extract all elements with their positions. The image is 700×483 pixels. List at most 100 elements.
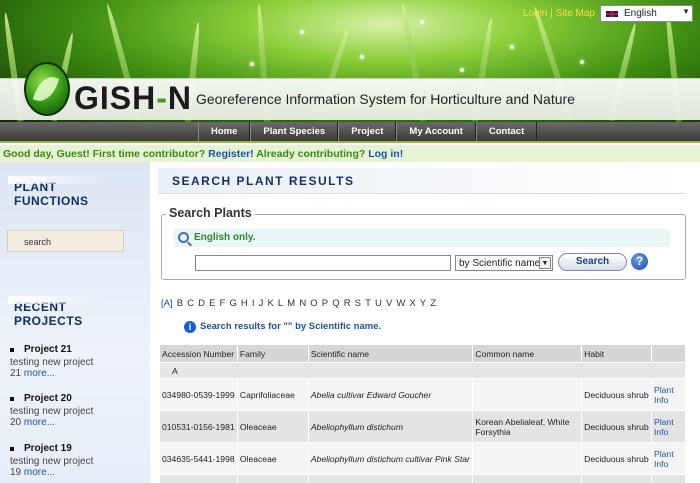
sitemap-link[interactable]: Site Map [556, 8, 595, 19]
table-header-row: Accession Number Family Scientific name … [159, 344, 686, 363]
project-more-link[interactable]: more... [24, 467, 55, 478]
col-family[interactable]: Family [236, 344, 309, 363]
project-title-link[interactable]: Project 21 [10, 344, 145, 355]
heading-line: RECENT [14, 300, 67, 314]
cell-accession: 034635-5441-1998 [159, 442, 238, 475]
alphabet-letter[interactable]: K [267, 298, 273, 309]
alphabet-letter[interactable]: I [252, 298, 255, 309]
alphabet-letter[interactable]: R [344, 298, 351, 309]
alphabet-letter[interactable]: P [322, 298, 328, 309]
note-text: English only. [194, 232, 256, 243]
col-link [651, 344, 686, 363]
alphabet-letter[interactable]: F [220, 298, 226, 309]
greeting-bar: Good day, Guest! First time contributor?… [0, 145, 700, 162]
sidebar-search-link[interactable]: search [7, 230, 124, 252]
cell-family: Oleaceae [236, 410, 309, 443]
alphabet-letter[interactable]: H [241, 298, 248, 309]
logo-text[interactable]: GISH-N [74, 80, 192, 117]
search-by-select[interactable]: by Scientific name ▼ [455, 255, 553, 271]
search-input[interactable] [195, 255, 451, 271]
dew-drop-decoration [460, 68, 464, 72]
alphabet-letter[interactable]: T [365, 298, 371, 309]
alphabet-letter[interactable]: E [209, 298, 215, 309]
cell-habit: Deciduous shrub [581, 378, 652, 411]
nav-item-plant-species[interactable]: Plant Species [250, 122, 339, 141]
table-row: Pacific Silver Fir, Cascade Plant [159, 474, 686, 483]
table-row: 010531-0156-1981 Oleaceae Abeliophyllum di… [159, 410, 686, 443]
logo-icon[interactable] [24, 62, 70, 116]
table-row: 034635-5441-1998 Oleaceae Abeliophyllum di… [159, 442, 686, 475]
cell-accession: 010531-0156-1981 [159, 410, 238, 443]
cell-plant-info: Plant [651, 474, 686, 483]
cell-plant-info: Plant Info [651, 410, 686, 443]
help-icon[interactable]: ? [631, 253, 648, 270]
alphabet-letter[interactable]: X [409, 298, 415, 309]
alphabet-filter: [A] B C D E F G H I J K L M N O P Q R S T U V W X Y Z [161, 298, 440, 309]
search-button[interactable]: Search [558, 253, 627, 271]
alphabet-letter[interactable]: W [396, 298, 405, 309]
alphabet-letter[interactable]: N [299, 298, 306, 309]
login-link[interactable]: Login [523, 8, 547, 19]
alphabet-letter[interactable]: U [375, 298, 382, 309]
info-icon: i [184, 321, 196, 333]
dew-drop-decoration [250, 62, 254, 66]
alphabet-letter[interactable]: S [355, 298, 361, 309]
project-item: Project 19 testing new project 19 more..… [10, 443, 145, 478]
alphabet-letter[interactable]: O [310, 298, 317, 309]
col-common[interactable]: Common name [472, 344, 583, 363]
cell-common-name: Pacific Silver Fir, Cascade [472, 474, 583, 483]
alphabet-letter[interactable]: Y [420, 298, 426, 309]
top-links: Login | Site Map [523, 8, 595, 19]
plant-functions-heading: PLANT FUNCTIONS [8, 176, 106, 208]
col-scientific[interactable]: Scientific name [307, 344, 474, 363]
alphabet-letter[interactable]: M [287, 298, 295, 309]
nav-item-my-account[interactable]: My Account [396, 122, 476, 141]
nav-item-contact[interactable]: Contact [475, 122, 538, 141]
cell-common-name [472, 442, 583, 475]
alphabet-letter[interactable]: D [198, 298, 205, 309]
alphabet-letter[interactable]: C [187, 298, 194, 309]
project-title-link[interactable]: Project 20 [10, 393, 145, 404]
project-more-link[interactable]: more... [24, 368, 55, 379]
col-accession[interactable]: Accession Number [159, 344, 238, 363]
alphabet-letter[interactable]: V [386, 298, 392, 309]
cell-plant-info: Plant Info [651, 378, 686, 411]
group-row: A [159, 362, 686, 379]
link-separator: | [550, 8, 553, 19]
cell-scientific-name [307, 474, 474, 483]
project-title-link[interactable]: Project 19 [10, 443, 145, 454]
cell-plant-info: Plant Info [651, 442, 686, 475]
login-link-greeting[interactable]: Log in! [368, 148, 403, 160]
language-select[interactable]: English ▼ [600, 5, 693, 22]
plant-info-link[interactable]: Plant Info [654, 449, 674, 469]
project-num: 20 [10, 417, 22, 428]
magnifier-icon [178, 232, 189, 243]
plant-info-link[interactable]: Plant Info [654, 385, 674, 405]
recent-projects-heading: RECENT PROJECTS [8, 296, 101, 328]
alphabet-letter[interactable]: L [278, 298, 283, 309]
alphabet-letter[interactable]: Q [332, 298, 339, 309]
nav-item-home[interactable]: Home [198, 122, 251, 141]
alphabet-letter[interactable]: G [229, 298, 236, 309]
cell-accession [159, 474, 238, 483]
alphabet-letter-current[interactable]: [A] [161, 298, 173, 309]
nav-item-project[interactable]: Project [338, 122, 397, 141]
project-item: Project 20 testing new project 20 more..… [10, 393, 145, 428]
site-tagline: Georeference Information System for Hort… [196, 91, 575, 107]
alphabet-letter[interactable]: J [259, 298, 264, 309]
dew-drop-decoration [300, 30, 304, 34]
dew-drop-decoration [420, 20, 424, 24]
page-title: SEARCH PLANT RESULTS [158, 168, 686, 194]
greeting-text-2: Already contributing? [256, 148, 366, 160]
register-link[interactable]: Register! [208, 148, 254, 160]
cell-family: Oleaceae [236, 442, 309, 475]
table-row: 034980-0539-1999 Caprifoliaceae Abelia cul… [159, 378, 686, 411]
project-more-link[interactable]: more... [24, 417, 55, 428]
alphabet-letter[interactable]: Z [430, 298, 436, 309]
cell-habit: Deciduous shrub [581, 410, 652, 443]
dew-drop-decoration [580, 60, 584, 64]
alphabet-letter[interactable]: B [177, 298, 183, 309]
col-habit[interactable]: Habit [581, 344, 652, 363]
cell-family: Caprifoliaceae [236, 378, 309, 411]
plant-info-link[interactable]: Plant Info [654, 417, 674, 437]
